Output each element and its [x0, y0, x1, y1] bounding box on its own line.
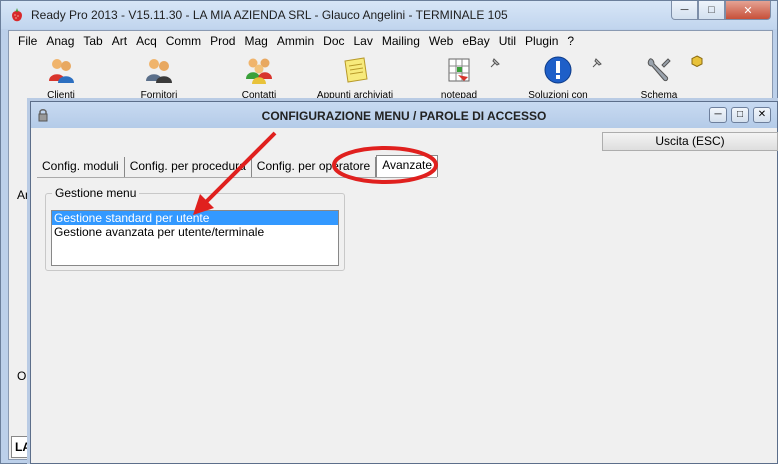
dialog-title: CONFIGURAZIONE MENU / PAROLE DI ACCESSO [261, 109, 547, 123]
toolbar-clienti-label: Clienti [47, 90, 75, 101]
group-title: Gestione menu [52, 186, 140, 200]
menu-ebay[interactable]: eBay [459, 34, 495, 48]
dialog-title-bar: CONFIGURAZIONE MENU / PAROLE DI ACCESSO … [31, 102, 777, 128]
menu-bar: File Anag Tab Art Acq Comm Prod Mag Ammi… [9, 31, 772, 51]
exit-button[interactable]: Uscita (ESC) [602, 132, 778, 151]
menu-prod[interactable]: Prod [207, 34, 241, 48]
toolbar: Clienti Fornitori Contatti Appunti archi… [9, 51, 772, 103]
toolbar-fornitori-label: Fornitori [140, 90, 178, 101]
menu-comm[interactable]: Comm [163, 34, 207, 48]
contacts-icon [246, 58, 272, 84]
menu-anag[interactable]: Anag [43, 34, 80, 48]
toolbar-clienti[interactable]: Clienti [21, 55, 101, 101]
minimize-button[interactable]: ─ [671, 1, 698, 20]
suppliers-icon [146, 59, 172, 83]
toolbar-schema-label: Schema [640, 90, 678, 101]
title-bar: Ready Pro 2013 - V15.11.30 - LA MIA AZIE… [1, 1, 777, 29]
menu-file[interactable]: File [15, 34, 43, 48]
menu-lav[interactable]: Lav [351, 34, 379, 48]
notes-icon [344, 57, 368, 83]
list-item-standard[interactable]: Gestione standard per utente [52, 211, 338, 225]
menu-util[interactable]: Util [496, 34, 522, 48]
menu-acq[interactable]: Acq [133, 34, 163, 48]
toolbar-notepad-label: notepad [440, 90, 478, 101]
menu-ammin[interactable]: Ammin [274, 34, 320, 48]
clients-icon [49, 59, 74, 83]
tab-bar: Config. moduli Config. per procedura Con… [37, 155, 439, 177]
menu-help[interactable]: ? [564, 34, 580, 48]
tab-config-procedura[interactable]: Config. per procedura [124, 157, 252, 177]
maximize-button[interactable]: □ [698, 1, 725, 20]
pin-icon[interactable] [591, 57, 603, 69]
toolbar-soluzioni[interactable]: Soluzioni con [518, 55, 598, 101]
menu-mag[interactable]: Mag [241, 34, 273, 48]
menu-web[interactable]: Web [426, 34, 459, 48]
toolbar-appunti-label: Appunti archiviati [316, 90, 394, 101]
pin-icon[interactable] [489, 57, 501, 69]
toolbar-contatti[interactable]: Contatti [219, 55, 299, 101]
toolbar-notepad[interactable]: notepad [419, 55, 499, 101]
menu-tab[interactable]: Tab [80, 34, 108, 48]
strawberry-app-icon [12, 8, 22, 22]
cube-icon[interactable] [691, 55, 703, 67]
menu-art[interactable]: Art [109, 34, 133, 48]
toolbar-fornitori[interactable]: Fornitori [119, 55, 199, 101]
toolbar-schema[interactable]: Schema [619, 55, 699, 101]
tab-config-operatore[interactable]: Config. per operatore [251, 157, 377, 177]
tab-divider [37, 177, 437, 178]
schema-icon [647, 58, 671, 82]
tab-avanzate[interactable]: Avanzate [376, 155, 439, 177]
side-label-or: Or [17, 369, 31, 383]
dialog-maximize-button[interactable]: □ [731, 107, 749, 123]
tab-config-moduli[interactable]: Config. moduli [37, 157, 125, 177]
dialog-close-button[interactable]: ✕ [753, 107, 771, 123]
close-button[interactable]: ✕ [725, 1, 771, 20]
menu-doc[interactable]: Doc [320, 34, 350, 48]
menu-mailing[interactable]: Mailing [379, 34, 426, 48]
config-dialog: CONFIGURAZIONE MENU / PAROLE DI ACCESSO … [30, 101, 778, 464]
menu-plugin[interactable]: Plugin [522, 34, 564, 48]
window-title: Ready Pro 2013 - V15.11.30 - LA MIA AZIE… [31, 8, 508, 22]
notepad-icon [448, 58, 470, 82]
dialog-minimize-button[interactable]: ─ [709, 107, 727, 123]
gestione-menu-group: Gestione menu Gestione standard per uten… [45, 186, 345, 271]
toolbar-soluzioni-label: Soluzioni con [528, 90, 588, 101]
menu-mode-listbox[interactable]: Gestione standard per utente Gestione av… [51, 210, 339, 266]
solutions-icon [544, 56, 572, 84]
toolbar-appunti[interactable]: Appunti archiviati [315, 55, 395, 101]
toolbar-contatti-label: Contatti [241, 90, 277, 101]
list-item-avanzata[interactable]: Gestione avanzata per utente/terminale [52, 225, 338, 239]
